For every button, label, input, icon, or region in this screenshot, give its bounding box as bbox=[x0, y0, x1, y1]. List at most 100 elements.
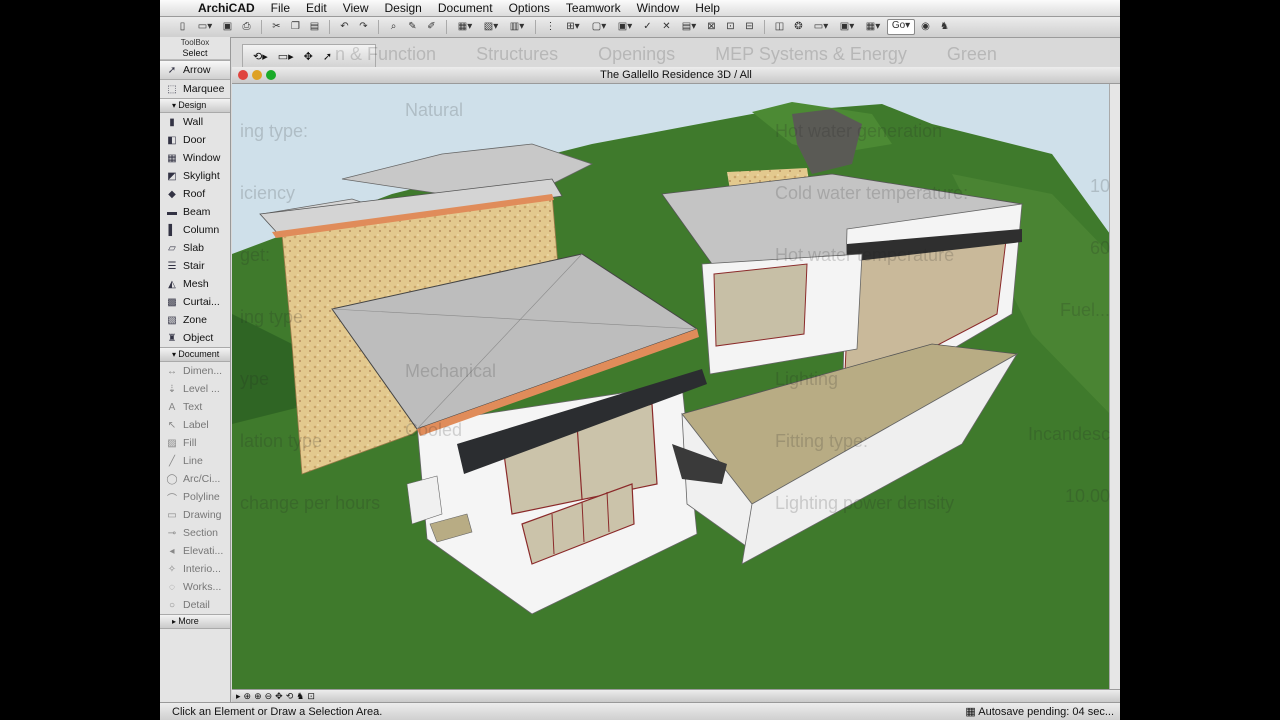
intersect-icon[interactable]: ⊡ bbox=[722, 19, 739, 35]
marquee-shape-icon[interactable]: ▭▸ bbox=[278, 50, 294, 63]
zoom-out-icon[interactable]: ⊖ bbox=[265, 691, 273, 702]
tool-beam[interactable]: ▬ Beam bbox=[160, 203, 230, 221]
menu-help[interactable]: Help bbox=[687, 1, 728, 15]
toolbar-divider bbox=[446, 20, 447, 34]
render-icon[interactable]: ❂ bbox=[790, 19, 807, 35]
walk-icon[interactable]: ♞ bbox=[936, 19, 953, 35]
window-title: The Gallello Residence 3D / All bbox=[600, 69, 752, 81]
rotate-view-icon[interactable]: ⟲▸ bbox=[253, 50, 268, 63]
tool-curtain-wall[interactable]: ▩ Curtai... bbox=[160, 293, 230, 311]
tool-dimension[interactable]: ↔ Dimen... bbox=[160, 362, 230, 380]
new-file-icon[interactable]: ▯ bbox=[174, 19, 191, 35]
walk-icon[interactable]: ♞ bbox=[296, 691, 304, 702]
find-select-icon[interactable]: ⌕ bbox=[385, 19, 402, 35]
tool-level-dimension[interactable]: ⇣ Level ... bbox=[160, 380, 230, 398]
tool-text[interactable]: A Text bbox=[160, 398, 230, 416]
tool-roof[interactable]: ◆ Roof bbox=[160, 185, 230, 203]
tool-zone[interactable]: ▧ Zone bbox=[160, 311, 230, 329]
tool-arrow[interactable]: ➚ Arrow bbox=[160, 60, 230, 80]
close-icon[interactable]: ✕ bbox=[658, 19, 675, 35]
dimension-icon: ↔ bbox=[167, 365, 177, 377]
grid-icon[interactable]: ▥▾ bbox=[505, 19, 529, 35]
3d-display-icon[interactable]: ▭▾ bbox=[809, 19, 833, 35]
menu-file[interactable]: File bbox=[263, 1, 298, 15]
trim-icon[interactable]: ⊠ bbox=[703, 19, 720, 35]
gravity-icon[interactable]: ▦▾ bbox=[453, 19, 477, 35]
menu-design[interactable]: Design bbox=[377, 1, 430, 15]
minimize-window-icon[interactable] bbox=[252, 70, 262, 80]
paste-icon[interactable]: ▤ bbox=[306, 19, 323, 35]
pan-icon[interactable]: ✥ bbox=[275, 691, 283, 702]
suspend-groups-icon[interactable]: ▣▾ bbox=[613, 19, 637, 35]
layout-icon[interactable]: ⊞▾ bbox=[561, 19, 585, 35]
zoom-fit-icon[interactable]: ⊕ bbox=[244, 691, 252, 702]
split-icon[interactable]: ⊟ bbox=[741, 19, 758, 35]
tool-column[interactable]: ▌ Column bbox=[160, 221, 230, 239]
open-file-icon[interactable]: ▭▾ bbox=[193, 19, 217, 35]
tool-detail[interactable]: ○ Detail bbox=[160, 596, 230, 614]
toolbox-select-header[interactable]: Select bbox=[160, 48, 230, 60]
save-icon[interactable]: ▣ bbox=[219, 19, 236, 35]
menu-window[interactable]: Window bbox=[629, 1, 688, 15]
select-icon[interactable]: ✓ bbox=[639, 19, 656, 35]
orbit-icon[interactable]: ✥ bbox=[304, 50, 313, 63]
tool-worksheet[interactable]: ◌ Works... bbox=[160, 578, 230, 596]
tool-interior-elevation[interactable]: ✧ Interio... bbox=[160, 560, 230, 578]
group-icon[interactable]: ▢▾ bbox=[587, 19, 611, 35]
tool-skylight[interactable]: ◩ Skylight bbox=[160, 167, 230, 185]
snap-icon[interactable]: ▧▾ bbox=[479, 19, 503, 35]
tool-arc[interactable]: ◯ Arc/Ci... bbox=[160, 470, 230, 488]
tool-line[interactable]: ╱ Line bbox=[160, 452, 230, 470]
tool-mesh[interactable]: ◭ Mesh bbox=[160, 275, 230, 293]
toolbox-section-design[interactable]: Design bbox=[160, 98, 230, 113]
globe-icon[interactable]: ◉ bbox=[917, 19, 934, 35]
eyedropper-icon[interactable]: ✎ bbox=[404, 19, 421, 35]
menu-teamwork[interactable]: Teamwork bbox=[558, 1, 629, 15]
3d-style-icon[interactable]: ▣▾ bbox=[835, 19, 859, 35]
navigator-icon[interactable]: ▦▾ bbox=[861, 19, 885, 35]
zoom-in-icon[interactable]: ⊕ bbox=[254, 691, 262, 702]
tool-stair[interactable]: ☰ Stair bbox=[160, 257, 230, 275]
3d-viewport[interactable] bbox=[232, 84, 1110, 690]
tool-section[interactable]: ⊸ Section bbox=[160, 524, 230, 542]
curtain-wall-icon: ▩ bbox=[167, 296, 177, 308]
menu-options[interactable]: Options bbox=[501, 1, 558, 15]
tool-fill[interactable]: ▨ Fill bbox=[160, 434, 230, 452]
menu-edit[interactable]: Edit bbox=[298, 1, 335, 15]
screen: ArchiCAD File Edit View Design Document … bbox=[160, 0, 1120, 720]
undo-icon[interactable]: ↶ bbox=[336, 19, 353, 35]
vertical-scrollbar[interactable] bbox=[1109, 84, 1120, 690]
pointer-icon[interactable]: ➚ bbox=[323, 50, 332, 63]
menu-document[interactable]: Document bbox=[430, 1, 501, 15]
fit-icon[interactable]: ⊡ bbox=[307, 691, 315, 702]
close-window-icon[interactable] bbox=[238, 70, 248, 80]
go-dropdown[interactable]: Go▾ bbox=[887, 19, 915, 35]
tool-label[interactable]: ↖ Label bbox=[160, 416, 230, 434]
copy-icon[interactable]: ❐ bbox=[287, 19, 304, 35]
zoom-window-icon[interactable] bbox=[266, 70, 276, 80]
3d-window-icon[interactable]: ◫ bbox=[771, 19, 788, 35]
menu-view[interactable]: View bbox=[335, 1, 377, 15]
print-icon[interactable]: ⎙ bbox=[238, 19, 255, 35]
tool-slab[interactable]: ▱ Slab bbox=[160, 239, 230, 257]
syringe-icon[interactable]: ✐ bbox=[423, 19, 440, 35]
toolbox-section-document[interactable]: Document bbox=[160, 347, 230, 362]
tool-object[interactable]: ♜ Object bbox=[160, 329, 230, 347]
tool-wall[interactable]: ▮ Wall bbox=[160, 113, 230, 131]
redo-icon[interactable]: ↷ bbox=[355, 19, 372, 35]
cut-icon[interactable]: ✂ bbox=[268, 19, 285, 35]
door-icon: ◧ bbox=[167, 134, 177, 146]
elements-icon[interactable]: ▤▾ bbox=[677, 19, 701, 35]
orbit-icon[interactable]: ⟲ bbox=[286, 691, 294, 702]
navigation-icon[interactable]: ▸ bbox=[236, 691, 241, 702]
tool-marquee[interactable]: ⬚ Marquee bbox=[160, 80, 230, 98]
tool-drawing[interactable]: ▭ Drawing bbox=[160, 506, 230, 524]
tool-elevation[interactable]: ◂ Elevati... bbox=[160, 542, 230, 560]
tool-door[interactable]: ◧ Door bbox=[160, 131, 230, 149]
toolbox-section-more[interactable]: More bbox=[160, 614, 230, 629]
tool-window[interactable]: ▦ Window bbox=[160, 149, 230, 167]
app-menu[interactable]: ArchiCAD bbox=[198, 1, 263, 15]
guide-icon[interactable]: ⋮ bbox=[542, 19, 559, 35]
tool-polyline[interactable]: ⌒ Polyline bbox=[160, 488, 230, 506]
fill-icon: ▨ bbox=[167, 437, 177, 449]
